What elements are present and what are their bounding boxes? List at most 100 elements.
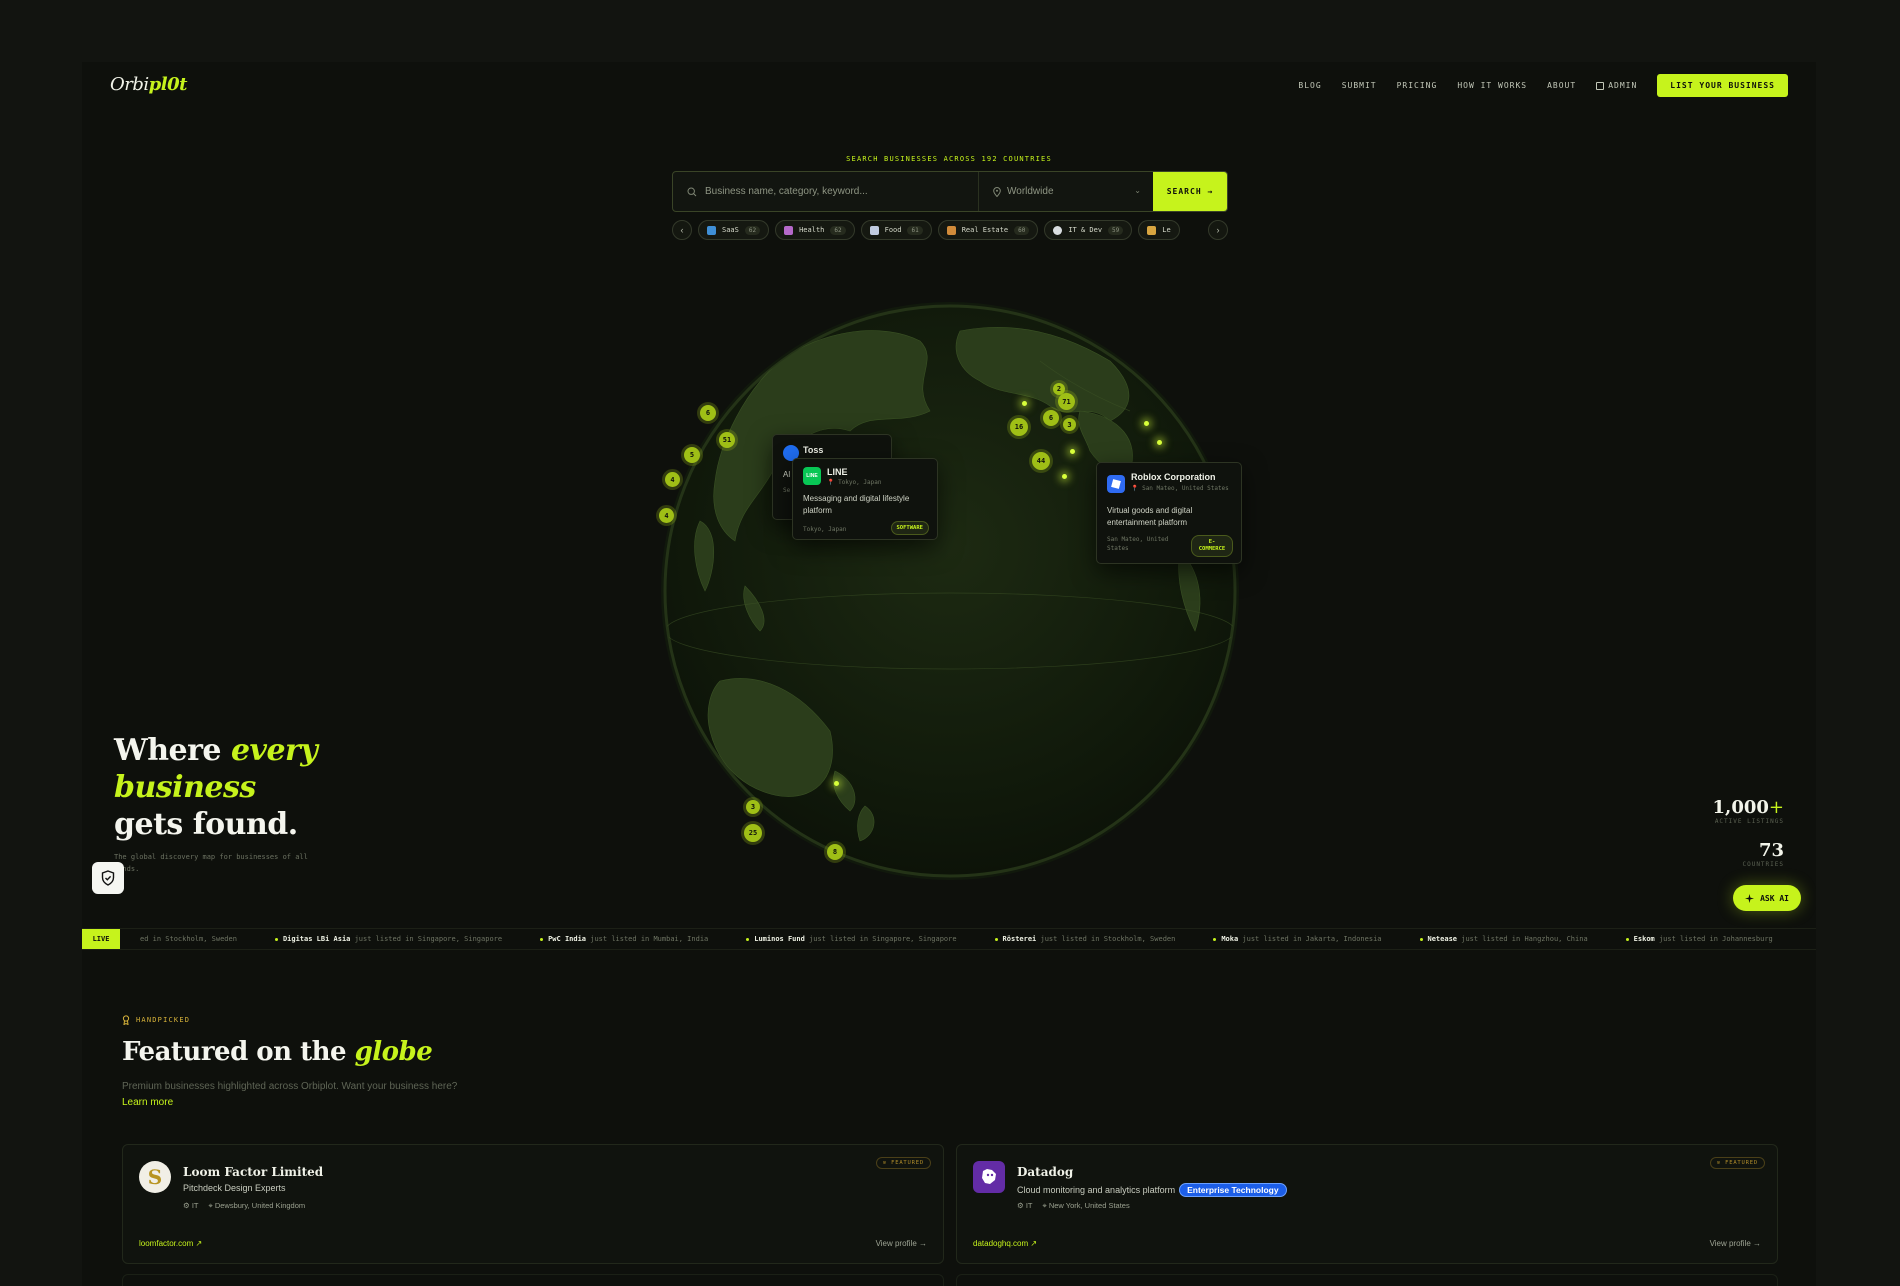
nav-admin[interactable]: ADMIN [1596, 81, 1637, 90]
nav-about[interactable]: ABOUT [1547, 81, 1576, 90]
cluster-marker[interactable]: 4 [659, 508, 674, 523]
featured-title: Featured on the globe [122, 1037, 433, 1067]
food-icon [869, 225, 879, 235]
map-dot[interactable] [834, 781, 839, 786]
shield-button[interactable] [92, 862, 124, 894]
cluster-marker[interactable]: 25 [744, 824, 762, 842]
chevron-right-icon[interactable]: › [1208, 220, 1228, 240]
search-icon [687, 186, 697, 196]
category-pill-food[interactable]: Food 61 [860, 220, 932, 240]
featured-card-datadog[interactable]: Datadog Cloud monitoring and analytics p… [956, 1144, 1778, 1264]
cluster-marker[interactable]: 3 [746, 800, 760, 814]
search-input[interactable]: Business name, category, keyword... [673, 172, 979, 211]
cluster-marker[interactable]: 6 [700, 405, 716, 421]
nav-pricing[interactable]: PRICING [1397, 81, 1438, 90]
loom-factor-logo: S [139, 1161, 171, 1193]
cluster-marker[interactable]: 44 [1032, 452, 1050, 470]
featured-badge: ⊙ FEATURED [1709, 1157, 1765, 1169]
category-pill-real-estate[interactable]: Real Estate 60 [937, 220, 1039, 240]
ticker-item[interactable]: PwC India just listed in Mumbai, India [540, 935, 708, 943]
search-button[interactable]: SEARCH → [1153, 172, 1227, 211]
line-logo: LINE [803, 467, 821, 485]
business-loc: 📍 San Mateo, United States [1131, 485, 1229, 492]
ticker-item[interactable]: Luminos Fund just listed in Singapore, S… [746, 935, 957, 943]
category-pill-saas[interactable]: SaaS 62 [698, 220, 770, 240]
nav-blog[interactable]: BLOG [1298, 81, 1321, 90]
map-dot[interactable] [1157, 440, 1162, 445]
map-dot[interactable] [1022, 401, 1027, 406]
website-link[interactable]: datadoghq.com ↗ [973, 1239, 1037, 1248]
business-name: LINE [827, 467, 848, 477]
chevron-down-icon: ⌄ [1134, 186, 1141, 195]
featured-card-loom-factor[interactable]: S Loom Factor Limited Pitchdeck Design E… [122, 1144, 944, 1264]
enterprise-tech-badge[interactable]: Enterprise Technology [1179, 1183, 1287, 1197]
top-nav: BLOG SUBMIT PRICING HOW IT WORKS ABOUT A… [1298, 74, 1788, 97]
featured-card-partial[interactable] [956, 1274, 1778, 1286]
grid-icon [1596, 81, 1605, 90]
cluster-marker[interactable]: 71 [1058, 393, 1075, 410]
cluster-marker[interactable]: 8 [827, 844, 843, 860]
business-card-line[interactable]: LINE LINE 📍 Tokyo, Japan Messaging and d… [792, 458, 938, 540]
learn-more-link[interactable]: Learn more [122, 1097, 173, 1108]
map-dot[interactable] [1062, 474, 1067, 479]
cluster-marker[interactable]: 51 [719, 432, 735, 448]
business-card-roblox[interactable]: Roblox Corporation 📍 San Mateo, United S… [1096, 462, 1242, 564]
health-icon [784, 225, 794, 235]
nav-submit[interactable]: SUBMIT [1342, 81, 1377, 90]
datadog-logo [973, 1161, 1005, 1193]
cluster-marker[interactable]: 6 [1043, 410, 1059, 426]
view-profile-link[interactable]: View profile → [1710, 1239, 1761, 1248]
category-pills: ‹ SaaS 62 Health 62 Food 61 Real Estate 60 I… [672, 220, 1228, 240]
cluster-marker[interactable]: 3 [1063, 418, 1076, 431]
ticker-item[interactable]: Rösterei just listed in Stockholm, Swede… [994, 935, 1175, 943]
business-desc: Virtual goods and digital entertainment … [1107, 506, 1193, 527]
category-pill-it-dev[interactable]: IT & Dev 59 [1044, 220, 1133, 240]
business-name: Toss [803, 445, 824, 455]
business-foot: San Mateo, United States [1107, 536, 1169, 552]
list-business-button[interactable]: LIST YOUR BUSINESS [1657, 74, 1788, 97]
ticker-item[interactable]: Digitas LBi Asia just listed in Singapor… [274, 935, 502, 943]
business-name: Loom Factor Limited [183, 1165, 324, 1179]
business-loc: Se [783, 487, 791, 494]
sparkle-icon [1745, 893, 1755, 903]
cluster-marker[interactable]: 5 [684, 447, 700, 463]
stat-countries: 73 COUNTRIES [1742, 840, 1784, 868]
ticker-item[interactable]: Netease just listed in Hangzhou, China [1419, 935, 1588, 943]
cluster-marker[interactable]: 16 [1010, 418, 1028, 436]
business-name: Datadog [1017, 1165, 1074, 1179]
business-name: Roblox Corporation [1131, 472, 1216, 482]
ask-ai-button[interactable]: ASK AI [1733, 885, 1801, 911]
business-meta: ⚙ IT ⌖ New York, United States [1017, 1201, 1130, 1210]
roblox-logo [1107, 475, 1125, 493]
map-dot[interactable] [1070, 449, 1075, 454]
business-tagline: Cloud monitoring and analytics platform E… [1017, 1183, 1287, 1197]
ticker-item[interactable]: Moka just listed in Jakarta, Indonesia [1213, 935, 1382, 943]
scale-icon [1147, 225, 1157, 235]
live-ticker: LIVE ed in Stockholm, Sweden Digitas LBi… [82, 928, 1816, 950]
view-profile-link[interactable]: View profile → [876, 1239, 927, 1248]
house-icon [946, 225, 956, 235]
ticker-item: ed in Stockholm, Sweden [140, 935, 237, 943]
pin-icon: ⌖ [208, 1201, 213, 1210]
location-value: Worldwide [1007, 186, 1054, 197]
featured-badge: ⊙ FEATURED [875, 1157, 931, 1169]
cluster-marker[interactable]: 2 [1053, 383, 1065, 395]
logo[interactable]: Orbipl0t [110, 74, 187, 95]
app-frame: Orbipl0t BLOG SUBMIT PRICING HOW IT WORK… [82, 62, 1816, 1286]
featured-card-partial[interactable] [122, 1274, 944, 1286]
category-pill-legal[interactable]: Le [1138, 220, 1180, 240]
category-pill-health[interactable]: Health 62 [775, 220, 855, 240]
hero-subtitle: The global discovery map for businesses … [114, 853, 308, 873]
search-kicker: SEARCH BUSINESSES ACROSS 192 COUNTRIES [846, 155, 1052, 163]
map-dot[interactable] [1144, 421, 1149, 426]
business-meta: ⚙ IT ⌖ Dewsbury, United Kingdom [183, 1201, 306, 1210]
search-bar: Business name, category, keyword... Worl… [672, 171, 1228, 212]
chevron-left-icon[interactable]: ‹ [672, 220, 692, 240]
location-select[interactable]: Worldwide ⌄ [979, 172, 1153, 211]
gear-icon: ⚙ [1017, 1201, 1024, 1210]
nav-how-it-works[interactable]: HOW IT WORKS [1457, 81, 1527, 90]
cluster-marker[interactable]: 4 [665, 472, 680, 487]
ticker-item[interactable]: Eskom just listed in Johannesburg [1625, 935, 1773, 943]
website-link[interactable]: loomfactor.com ↗ [139, 1239, 202, 1248]
globe[interactable]: 6 51 5 4 4 16 6 71 3 2 44 3 25 8 [659, 301, 1240, 881]
